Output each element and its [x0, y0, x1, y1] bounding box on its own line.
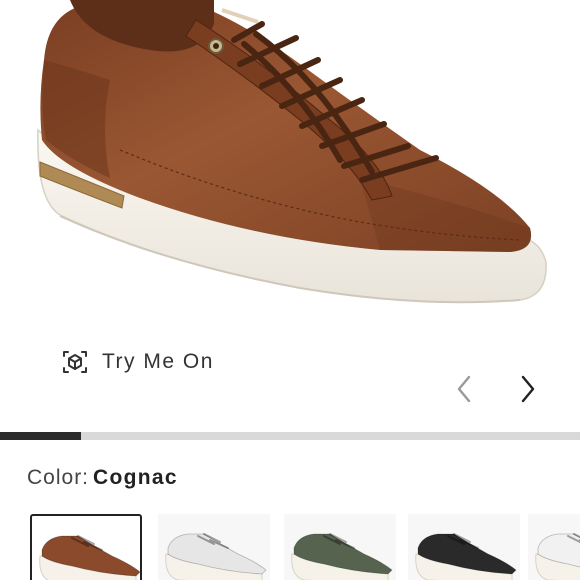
ar-cube-icon — [60, 347, 90, 377]
swatch-thumbnail — [291, 533, 393, 580]
color-swatch-list — [0, 514, 580, 580]
swatch-thumbnail — [165, 533, 267, 580]
product-image[interactable] — [0, 0, 580, 330]
color-swatch-light[interactable] — [158, 514, 270, 580]
color-swatch-white[interactable] — [528, 514, 580, 580]
gallery-progress-bar — [0, 432, 580, 440]
color-swatch-cognac[interactable] — [30, 514, 142, 580]
chevron-left-icon — [457, 375, 471, 403]
swatch-thumbnail — [415, 533, 517, 580]
gallery-prev-button[interactable] — [446, 370, 482, 408]
color-label: Color: — [27, 466, 90, 489]
gallery-next-button[interactable] — [510, 370, 546, 408]
try-me-on-label: Try Me On — [102, 350, 214, 373]
try-me-on-button[interactable]: Try Me On — [60, 344, 214, 380]
chevron-right-icon — [521, 375, 535, 403]
color-selection: Color: Cognac — [27, 466, 178, 490]
sneaker-illustration — [37, 0, 547, 304]
gallery-progress-fill — [0, 432, 82, 440]
swatch-thumbnail — [39, 535, 140, 580]
color-swatch-black[interactable] — [408, 514, 520, 580]
color-value: Cognac — [93, 466, 178, 489]
swatch-thumbnail — [535, 533, 580, 580]
color-swatch-green[interactable] — [284, 514, 396, 580]
